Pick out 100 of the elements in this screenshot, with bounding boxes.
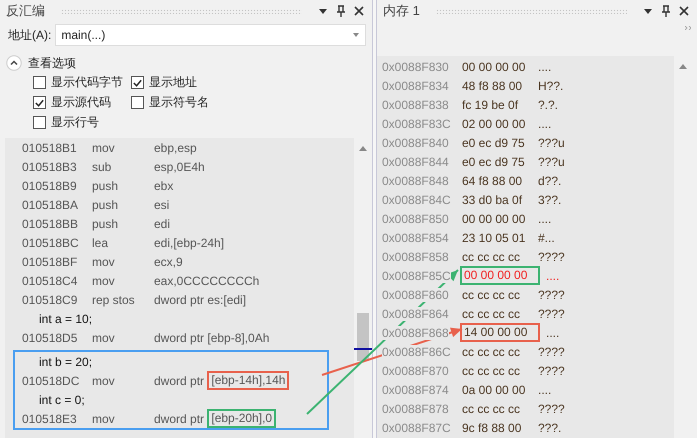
checkbox[interactable]	[131, 96, 144, 109]
memory-bytes: fc 19 be 0f	[461, 98, 520, 112]
position-marker	[354, 348, 372, 350]
source-line: int a = 10;	[39, 312, 92, 326]
memory-bytes: cc cc cc cc	[461, 306, 522, 320]
instruction-mnemonic: lea	[92, 236, 110, 250]
options-title: 查看选项	[28, 54, 76, 72]
instruction-mnemonic: sub	[92, 160, 112, 174]
memory-address: 0x0088F838	[382, 98, 449, 112]
checkbox[interactable]	[33, 76, 46, 89]
memory-bytes: 64 f8 88 00	[461, 174, 524, 188]
instruction-mnemonic: rep stos	[92, 292, 136, 306]
instruction-operand: ebx	[154, 178, 174, 192]
instruction-address: 010518B9	[22, 178, 78, 192]
instruction-operand: ebp,esp	[154, 140, 197, 154]
collapse-icon[interactable]	[6, 55, 22, 71]
instruction-address: 010518D5	[22, 330, 78, 344]
checkbox[interactable]	[33, 96, 46, 109]
memory-ascii: ....	[538, 382, 552, 396]
memory-ascii: ???u	[538, 154, 565, 168]
memory-ascii: ....	[546, 268, 560, 282]
instruction-operand: esp,0E4h	[154, 160, 205, 174]
scrollbar-thumb[interactable]	[357, 313, 369, 361]
pane-title: 内存 1	[383, 2, 420, 20]
memory-address: 0x0088F858	[382, 250, 449, 264]
memory-bytes: cc cc cc cc	[461, 288, 522, 302]
checkbox-label: 显示行号	[51, 114, 99, 131]
memory-ascii: ????	[538, 364, 565, 378]
close-icon[interactable]	[679, 6, 689, 16]
instruction-operand: ecx,9	[154, 254, 183, 268]
memory-address: 0x0088F860	[382, 288, 449, 302]
memory-bytes: 0a 00 00 00	[461, 382, 526, 396]
memory-address: 0x0088F830	[382, 60, 449, 74]
memory-address: 0x0088F850	[382, 212, 449, 226]
memory-address: 0x0088F870	[382, 364, 449, 378]
memory-ascii: ????	[538, 288, 565, 302]
dropdown-icon[interactable]	[318, 6, 328, 16]
memory-ascii: ????	[538, 250, 565, 264]
memory-bytes: 23 10 05 01	[461, 230, 526, 244]
checkbox[interactable]	[131, 76, 144, 89]
memory-bytes: 00 00 00 00	[461, 60, 526, 74]
address-combobox[interactable]: main(...)	[55, 24, 366, 46]
memory-address: 0x0088F844	[382, 154, 449, 168]
memory-address: 0x0088F87C	[382, 420, 451, 434]
memory-address: 0x0088F864	[382, 306, 449, 320]
memory-bytes: 00 00 00 00	[461, 212, 526, 226]
checkbox[interactable]	[33, 116, 46, 129]
memory-bytes: 48 f8 88 00	[461, 78, 524, 92]
memory-ascii: ....	[546, 326, 560, 340]
checkbox-label: 显示代码字节	[51, 74, 123, 91]
instruction-address: 010518B1	[22, 140, 78, 154]
memory-bytes: e0 ec d9 75	[461, 154, 526, 168]
memory-ascii: #...	[538, 230, 555, 244]
instruction-operand: esi	[154, 198, 170, 212]
pin-icon[interactable]	[336, 5, 346, 17]
memory-address: 0x0088F84C	[382, 192, 451, 206]
memory-ascii: ?.?.	[538, 98, 558, 112]
memory-bytes: cc cc cc cc	[461, 364, 522, 378]
checkbox-label: 显示地址	[149, 74, 197, 91]
memory-ascii: d??.	[538, 174, 562, 188]
instruction-mnemonic: mov	[92, 274, 116, 288]
memory-ascii: ???.	[538, 420, 562, 434]
source-line: int b = 20;	[39, 354, 92, 368]
close-icon[interactable]	[354, 6, 364, 16]
memory-ascii: ????	[538, 402, 565, 416]
instruction-mnemonic: push	[92, 216, 120, 230]
memory-address: 0x0088F840	[382, 136, 449, 150]
scroll-up-icon[interactable]	[359, 146, 367, 151]
memory-address: 0x0088F878	[382, 402, 449, 416]
memory-ascii: ???u	[538, 136, 565, 150]
memory-ascii: ....	[538, 212, 552, 226]
memory-ascii: H??.	[538, 78, 564, 92]
dropdown-icon[interactable]	[643, 6, 653, 16]
memory-bytes: 33 d0 ba 0f	[461, 192, 524, 206]
instruction-mnemonic: push	[92, 198, 120, 212]
memory-bytes: e0 ec d9 75	[461, 136, 526, 150]
instruction-mnemonic: push	[92, 178, 120, 192]
instruction-address: 010518C4	[22, 274, 78, 288]
memory-address: 0x0088F874	[382, 382, 449, 396]
memory-ascii: ....	[538, 60, 552, 74]
memory-ascii: ????	[538, 344, 565, 358]
instruction-operand: dword ptr [ebp-8],0Ah	[154, 330, 270, 344]
instruction-address: 010518BC	[22, 236, 80, 250]
instruction-address: 010518C9	[22, 292, 78, 306]
instruction-address: 010518BF	[22, 254, 78, 268]
scroll-up-icon[interactable]	[679, 64, 687, 69]
memory-bytes: cc cc cc cc	[461, 250, 522, 264]
instruction-mnemonic: mov	[92, 140, 116, 154]
memory-bytes: 9c f8 88 00	[461, 420, 522, 434]
instruction-address: 010518DC	[22, 374, 80, 388]
pin-icon[interactable]	[661, 5, 671, 17]
instruction-operand: edi,[ebp-24h]	[154, 236, 224, 250]
memory-ascii: 3??.	[538, 192, 562, 206]
highlighted-operand: [ebp-20h],0	[207, 409, 276, 428]
instruction-address: 010518E3	[22, 412, 78, 426]
memory-ascii: ....	[538, 116, 552, 130]
memory-bytes: 02 00 00 00	[461, 116, 526, 130]
instruction-mnemonic: mov	[92, 330, 116, 344]
memory-bytes: cc cc cc cc	[461, 344, 522, 358]
memory-address: 0x0088F85C	[382, 268, 451, 282]
